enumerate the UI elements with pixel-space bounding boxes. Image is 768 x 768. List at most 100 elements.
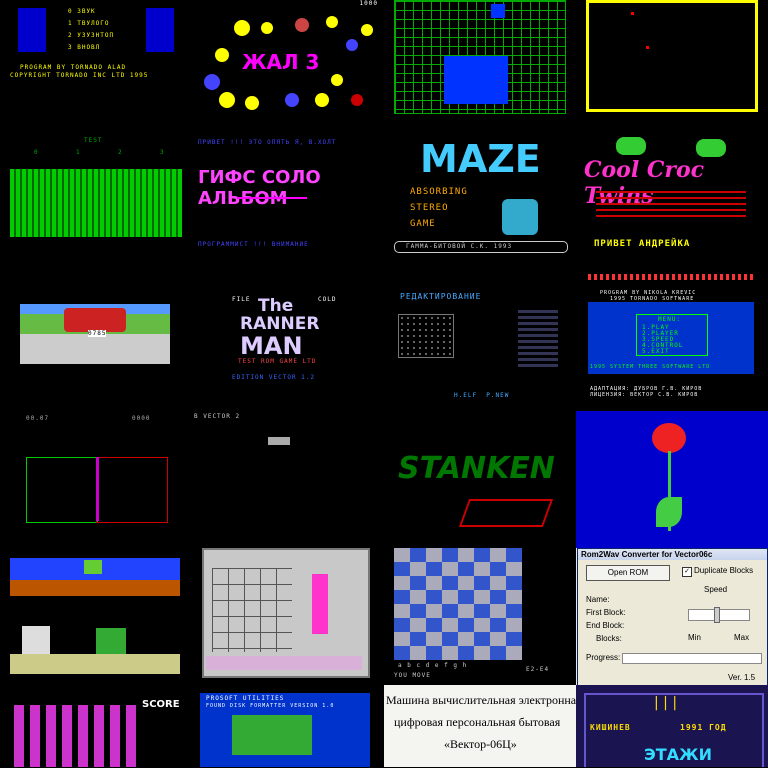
tile-zhal3[interactable]: 1000 ЖАЛ 3 bbox=[192, 0, 384, 137]
tile-racing[interactable]: 0785 bbox=[0, 274, 192, 411]
bottom-bar bbox=[206, 656, 362, 670]
maze-title: MAZE bbox=[420, 137, 541, 181]
label: COLD bbox=[318, 296, 337, 303]
tile-prosoft[interactable]: PROSOFT UTILITIES FOUND DISK FORMATTER V… bbox=[192, 685, 384, 767]
min-label: Min bbox=[688, 633, 701, 642]
tile-maze[interactable]: MAZE ABSORBING STEREO GAME ГАММА-БИТОВОЙ… bbox=[384, 137, 576, 274]
score-left: 00.07 bbox=[26, 415, 50, 422]
app-title: PROSOFT UTILITIES bbox=[206, 695, 285, 702]
croc-icon bbox=[696, 139, 726, 157]
flower-petal-icon bbox=[652, 423, 686, 453]
footer-text: ПРОГРАММИСТ !!! ВНИМАНИЕ bbox=[198, 241, 309, 248]
tile-runner-man[interactable]: FILE COLD The RANNER MAN TEST ROM GAME L… bbox=[192, 274, 384, 411]
tile-tornado-menu[interactable]: 0 ЗВУК 1 ТВУЛОГО 2 УЗУЗНТОП 3 ВНОВЛ PROG… bbox=[0, 0, 192, 137]
menu-item: 0 ЗВУК bbox=[68, 8, 96, 15]
footer-line: 1995 SYSTEM THREE SOFTWARE LTD bbox=[590, 364, 711, 370]
red-box bbox=[96, 457, 168, 523]
label: 0 bbox=[34, 149, 39, 156]
tile-vector2[interactable]: В VECTOR 2 bbox=[192, 411, 384, 548]
label: FILE bbox=[232, 296, 251, 303]
robot-icon bbox=[22, 626, 50, 654]
label: 2 bbox=[118, 149, 123, 156]
version-label: Ver. 1.5 bbox=[728, 673, 756, 682]
speed-readout: 0785 bbox=[88, 330, 107, 337]
score-label: SCORE bbox=[142, 699, 180, 710]
copyright-line: COPYRIGHT TORNADO INC LTD 1995 bbox=[10, 72, 149, 79]
menu-box bbox=[232, 715, 312, 755]
slider-thumb[interactable] bbox=[714, 607, 720, 623]
screenshot-gallery: 0 ЗВУК 1 ТВУЛОГО 2 УЗУЗНТОП 3 ВНОВЛ PROG… bbox=[0, 0, 768, 768]
editor-title: РЕДАКТИРОВАНИЕ bbox=[400, 292, 482, 301]
menu-box bbox=[237, 197, 307, 229]
tile-editor[interactable]: РЕДАКТИРОВАНИЕ Н.ELF Р.NEW bbox=[384, 274, 576, 411]
board-files: a b c d e f g h bbox=[398, 662, 468, 669]
chess-board bbox=[394, 548, 522, 660]
year-label: 1991 ГОД bbox=[680, 723, 727, 732]
greeting-text: ПРИВЕТ АНДРЕЙКА bbox=[594, 239, 691, 249]
subtitle: TEST ROM GAME LTD bbox=[238, 358, 317, 365]
tile-chess[interactable]: a b c d e f g h YOU MOVE E2-E4 bbox=[384, 548, 576, 685]
tile-tornado-menu-2[interactable]: PROGRAM BY NIKOLA KREVIC 1995 TORNADO SO… bbox=[576, 274, 768, 411]
tile-gifs-album[interactable]: ПРИВЕТ !!! ЭТО ОПЯТЬ Я, В.ХОЛТ ГИФС СОЛО… bbox=[192, 137, 384, 274]
menu-item[interactable]: 5.EXIT bbox=[642, 348, 670, 355]
yellow-frame bbox=[586, 0, 758, 112]
blue-block bbox=[491, 4, 505, 18]
label: 3 bbox=[160, 149, 165, 156]
title-line: MAN bbox=[240, 332, 303, 360]
car-icon bbox=[64, 308, 126, 332]
tile-rom2wav[interactable]: Rom2Wav Converter for Vector06c Open ROM… bbox=[576, 548, 768, 685]
leaf-icon bbox=[656, 497, 682, 527]
duplicate-blocks-label: Duplicate Blocks bbox=[694, 566, 754, 575]
menu-title: MENU: bbox=[658, 316, 682, 323]
progress-label: Progress: bbox=[586, 653, 621, 662]
top-text: ПРИВЕТ !!! ЭТО ОПЯТЬ Я, В.ХОЛТ bbox=[198, 139, 337, 146]
speed-label: Speed bbox=[704, 585, 728, 594]
tile-test-bars[interactable]: TEST 0 1 2 3 bbox=[0, 137, 192, 274]
game-title: ЖАЛ 3 bbox=[242, 50, 320, 74]
robot-left-icon bbox=[18, 8, 46, 52]
croc-icon bbox=[616, 137, 646, 155]
doc-line: Машина вычислительная электронная bbox=[386, 693, 576, 707]
label: 1 bbox=[76, 149, 81, 156]
open-rom-button[interactable]: Open ROM bbox=[586, 565, 670, 581]
tile-etazhi[interactable]: | | | КИШИНЕВ 1991 ГОД ЭТАЖИ bbox=[576, 685, 768, 767]
tile-yellow-frame[interactable] bbox=[576, 0, 768, 137]
doc-line: «Вектор-06Ц» bbox=[444, 737, 517, 751]
red-dotted-border bbox=[588, 274, 754, 280]
tile-cool-croc-twins[interactable]: Cool Croc Twins ПРИВЕТ АНДРЕЙКА bbox=[576, 137, 768, 274]
footer-text: Н.ELF Р.NEW bbox=[454, 392, 510, 399]
edit-grid bbox=[398, 314, 454, 358]
menu-item: 1 ТВУЛОГО bbox=[68, 20, 110, 27]
tile-duel[interactable]: 00.07 0000 bbox=[0, 411, 192, 548]
credit-line: PROGRAM BY TORNADO ALAD bbox=[20, 64, 127, 71]
tagline: ABSORBING bbox=[410, 187, 468, 197]
top-marks: | | | bbox=[654, 695, 678, 711]
window-title: Rom2Wav Converter for Vector06c bbox=[578, 549, 767, 560]
end-block-label: End Block: bbox=[586, 621, 625, 630]
small-sprite bbox=[268, 437, 290, 445]
value-columns bbox=[518, 310, 558, 370]
tank-icon bbox=[458, 499, 554, 527]
game-title: ЭТАЖИ bbox=[644, 745, 713, 764]
tile-puzzle-board[interactable] bbox=[192, 548, 384, 685]
tile-poppy[interactable] bbox=[576, 411, 768, 548]
subtitle: EDITION VECTOR 1.2 bbox=[232, 374, 316, 381]
subtitle: FOUND DISK FORMATTER VERSION 1.0 bbox=[206, 703, 335, 709]
title-line: The bbox=[258, 296, 294, 316]
credits-block bbox=[596, 191, 746, 221]
menu-item: 2 УЗУЗНТОП bbox=[68, 32, 115, 39]
robot-right-icon bbox=[146, 8, 174, 52]
tile-platformer[interactable] bbox=[0, 548, 192, 685]
floor bbox=[10, 654, 180, 674]
tile-stanken[interactable]: STANKEN bbox=[384, 411, 576, 548]
tile-document[interactable]: Машина вычислительная электронная цифров… bbox=[384, 685, 576, 767]
duplicate-blocks-checkbox[interactable]: ✓ bbox=[682, 567, 692, 577]
game-title: STANKEN bbox=[398, 451, 555, 486]
move-text: E2-E4 bbox=[526, 666, 550, 673]
tile-grid-game[interactable] bbox=[384, 0, 576, 137]
blue-area bbox=[444, 56, 508, 104]
header-text: В VECTOR 2 bbox=[194, 413, 241, 420]
footer-text: ГАММА-БИТОВОЙ С.К. 1993 bbox=[406, 243, 513, 250]
score-right: 0000 bbox=[132, 415, 151, 422]
tile-invaders[interactable]: SCORE bbox=[0, 685, 192, 767]
